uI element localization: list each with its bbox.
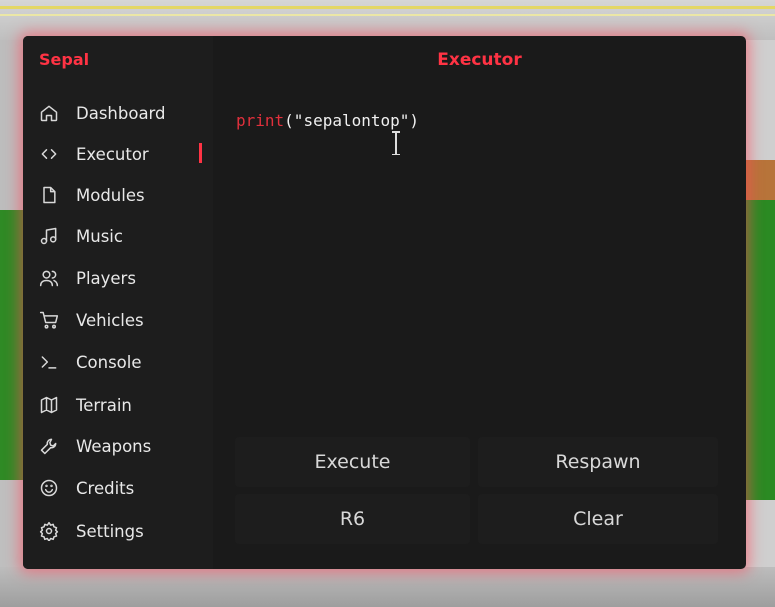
cart-icon (38, 309, 60, 331)
sidebar: Sepal Dashboard Executor Modules Music P… (23, 36, 213, 569)
respawn-button[interactable]: Respawn (478, 437, 718, 487)
gear-icon (38, 520, 60, 542)
sidebar-item-weapons[interactable]: Weapons (23, 429, 213, 463)
sidebar-item-label: Executor (76, 144, 149, 164)
background-beam (0, 14, 775, 16)
page-title: Executor (437, 50, 522, 70)
brand-label: Sepal (39, 50, 90, 69)
sidebar-item-vehicles[interactable]: Vehicles (23, 303, 213, 337)
sidebar-item-label: Settings (76, 521, 144, 541)
sidebar-item-settings[interactable]: Settings (23, 514, 213, 548)
sidebar-item-label: Dashboard (76, 103, 166, 123)
clear-button[interactable]: Clear (478, 494, 718, 544)
sidebar-item-modules[interactable]: Modules (23, 178, 213, 212)
sidebar-item-label: Credits (76, 478, 135, 498)
code-editor[interactable]: print("sepalontop") (236, 111, 716, 411)
background-ground (0, 567, 775, 607)
sidebar-item-dashboard[interactable]: Dashboard (23, 96, 213, 130)
active-indicator (199, 143, 202, 163)
sidebar-item-executor[interactable]: Executor (23, 137, 213, 171)
background-terrain-left (0, 40, 25, 607)
code-keyword: print (236, 111, 285, 130)
sidebar-item-players[interactable]: Players (23, 261, 213, 295)
sidebar-item-console[interactable]: Console (23, 345, 213, 379)
sidebar-item-label: Players (76, 268, 136, 288)
sidebar-item-label: Vehicles (76, 310, 144, 330)
text-cursor (392, 131, 400, 155)
background-terrain-right (743, 40, 775, 607)
sidebar-item-label: Terrain (76, 395, 132, 415)
users-icon (38, 267, 60, 289)
background-beam (0, 6, 775, 9)
code-icon (38, 143, 60, 165)
executor-window: Sepal Dashboard Executor Modules Music P… (23, 36, 746, 569)
home-icon (38, 102, 60, 124)
sidebar-item-music[interactable]: Music (23, 219, 213, 253)
music-icon (38, 225, 60, 247)
sidebar-item-credits[interactable]: Credits (23, 471, 213, 505)
sidebar-item-label: Music (76, 226, 123, 246)
sidebar-item-label: Weapons (76, 436, 152, 456)
file-icon (38, 184, 60, 206)
terminal-icon (38, 351, 60, 373)
execute-button[interactable]: Execute (235, 437, 470, 487)
sidebar-item-label: Modules (76, 185, 145, 205)
map-icon (38, 394, 60, 416)
sidebar-item-terrain[interactable]: Terrain (23, 388, 213, 422)
sidebar-item-label: Console (76, 352, 142, 372)
wrench-icon (38, 435, 60, 457)
r6-button[interactable]: R6 (235, 494, 470, 544)
code-text: ("sepalontop") (284, 111, 420, 130)
smile-icon (38, 477, 60, 499)
